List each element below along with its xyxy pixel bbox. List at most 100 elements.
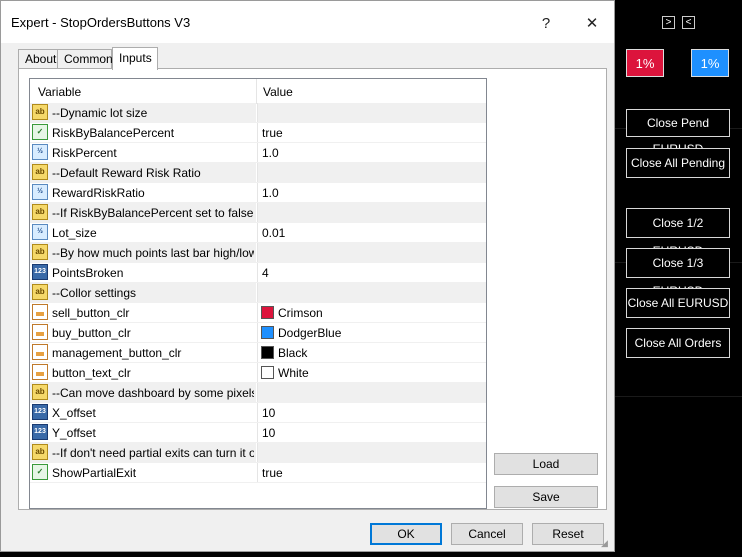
close-all-pending-button[interactable]: Close All Pending [626, 148, 730, 178]
table-row[interactable]: ab --Collor settings [30, 283, 486, 303]
table-row[interactable]: ab --Can move dashboard by some pixels [30, 383, 486, 403]
title-bar[interactable]: Expert - StopOrdersButtons V3 ? ✕ [1, 1, 614, 43]
variable-name: --Default Reward Risk Ratio [52, 166, 201, 180]
variable-cell[interactable]: ab --Dynamic lot size [30, 103, 256, 122]
table-row[interactable]: ab --Default Reward Risk Ratio [30, 163, 486, 183]
value-cell[interactable] [257, 203, 486, 222]
value-cell[interactable]: 10 [257, 423, 486, 442]
value-cell[interactable]: 0.01 [257, 223, 486, 242]
variable-cell[interactable]: ab --Collor settings [30, 283, 256, 302]
value-cell[interactable] [257, 243, 486, 262]
ok-button[interactable]: OK [370, 523, 442, 545]
color-swatch [261, 366, 274, 379]
variable-value: DodgerBlue [278, 326, 342, 340]
resize-grip-icon[interactable]: ◢ [601, 538, 611, 548]
close-icon[interactable]: ✕ [577, 9, 607, 37]
value-cell[interactable]: 4 [257, 263, 486, 282]
value-cell[interactable]: true [257, 463, 486, 482]
value-cell[interactable]: 1.0 [257, 143, 486, 162]
save-button[interactable]: Save [494, 486, 598, 508]
close-third-eurusd-button[interactable]: Close 1/3 EURUSD [626, 248, 730, 298]
variable-cell[interactable]: buy_button_clr [30, 323, 256, 342]
table-row[interactable]: ✓ RiskByBalancePercent true [30, 123, 486, 143]
variable-name: sell_button_clr [52, 306, 130, 320]
variable-cell[interactable]: button_text_clr [30, 363, 256, 382]
variable-column-header[interactable]: Variable [38, 85, 81, 99]
variable-cell[interactable]: ✓ RiskByBalancePercent [30, 123, 256, 142]
value-cell[interactable]: 10 [257, 403, 486, 422]
value-cell[interactable]: true [257, 123, 486, 142]
variable-cell[interactable]: ab --Default Reward Risk Ratio [30, 163, 256, 182]
string-type-icon: ab [32, 444, 48, 460]
reset-button[interactable]: Reset [532, 523, 604, 545]
close-all-orders-button[interactable]: Close All Orders [626, 328, 730, 358]
table-row[interactable]: management_button_clr Black [30, 343, 486, 363]
variable-cell[interactable]: ab --By how much points last bar high/low… [30, 243, 256, 262]
close-half-eurusd-button[interactable]: Close 1/2 EURUSD [626, 208, 730, 258]
close-pend-eurusd-button[interactable]: Close Pend EURUSD [626, 109, 730, 156]
variable-cell[interactable]: ab --Can move dashboard by some pixels [30, 383, 256, 402]
buy-percent-button[interactable]: 1% [691, 49, 729, 77]
table-row[interactable]: ½ Lot_size 0.01 [30, 223, 486, 243]
variable-value: true [262, 126, 283, 140]
variable-cell[interactable]: ab --If don't need partial exits can turn… [30, 443, 256, 462]
value-cell[interactable]: 1.0 [257, 183, 486, 202]
value-column-header[interactable]: Value [263, 85, 293, 99]
variable-cell[interactable]: ½ RiskPercent [30, 143, 256, 162]
variable-name: buy_button_clr [52, 326, 131, 340]
variable-cell[interactable]: ab --If RiskByBalancePercent set to false… [30, 203, 256, 222]
table-row[interactable]: ab --Dynamic lot size [30, 103, 486, 123]
load-button[interactable]: Load [494, 453, 598, 475]
variable-value: 1.0 [262, 146, 279, 160]
table-row[interactable]: button_text_clr White [30, 363, 486, 383]
value-cell[interactable] [257, 443, 486, 462]
variable-value: 10 [262, 426, 276, 440]
table-row[interactable]: 123 Y_offset 10 [30, 423, 486, 443]
bool-type-icon: ✓ [32, 464, 48, 480]
tab-about[interactable]: About [18, 49, 58, 68]
value-cell[interactable] [257, 383, 486, 402]
variable-cell[interactable]: 123 X_offset [30, 403, 256, 422]
help-icon[interactable]: ? [531, 9, 561, 37]
variable-name: RiskPercent [52, 146, 117, 160]
table-row[interactable]: ✓ ShowPartialExit true [30, 463, 486, 483]
table-row[interactable]: ab --If don't need partial exits can turn… [30, 443, 486, 463]
string-type-icon: ab [32, 164, 48, 180]
string-type-icon: ab [32, 104, 48, 120]
next-nav-button[interactable]: > [662, 16, 675, 29]
table-row[interactable]: 123 X_offset 10 [30, 403, 486, 423]
string-type-icon: ab [32, 244, 48, 260]
value-cell[interactable]: Black [257, 343, 486, 362]
variable-cell[interactable]: 123 Y_offset [30, 423, 256, 442]
value-cell[interactable]: White [257, 363, 486, 382]
cancel-button[interactable]: Cancel [451, 523, 523, 545]
table-row[interactable]: ab --If RiskByBalancePercent set to false… [30, 203, 486, 223]
value-cell[interactable]: DodgerBlue [257, 323, 486, 342]
sell-percent-button[interactable]: 1% [626, 49, 664, 77]
color-swatch [261, 306, 274, 319]
variable-name: Y_offset [52, 426, 96, 440]
table-row[interactable]: ½ RewardRiskRatio 1.0 [30, 183, 486, 203]
table-row[interactable]: ab --By how much points last bar high/low… [30, 243, 486, 263]
variable-cell[interactable]: sell_button_clr [30, 303, 256, 322]
double-type-icon: ½ [32, 224, 48, 240]
inputs-grid[interactable]: Variable Value ab --Dynamic lot size ✓ Risk… [29, 78, 487, 509]
prev-nav-button[interactable]: < [682, 16, 695, 29]
table-row[interactable]: ½ RiskPercent 1.0 [30, 143, 486, 163]
close-all-eurusd-button[interactable]: Close All EURUSD [626, 288, 730, 318]
variable-cell[interactable]: management_button_clr [30, 343, 256, 362]
variable-cell[interactable]: 123 PointsBroken [30, 263, 256, 282]
tab-common[interactable]: Common [57, 49, 113, 68]
value-cell[interactable] [257, 283, 486, 302]
value-cell[interactable] [257, 163, 486, 182]
tab-inputs[interactable]: Inputs [112, 47, 158, 70]
value-cell[interactable]: Crimson [257, 303, 486, 322]
variable-cell[interactable]: ✓ ShowPartialExit [30, 463, 256, 482]
table-row[interactable]: buy_button_clr DodgerBlue [30, 323, 486, 343]
table-row[interactable]: 123 PointsBroken 4 [30, 263, 486, 283]
value-cell[interactable] [257, 103, 486, 122]
variable-cell[interactable]: ½ RewardRiskRatio [30, 183, 256, 202]
variable-cell[interactable]: ½ Lot_size [30, 223, 256, 242]
table-row[interactable]: sell_button_clr Crimson [30, 303, 486, 323]
double-type-icon: ½ [32, 144, 48, 160]
